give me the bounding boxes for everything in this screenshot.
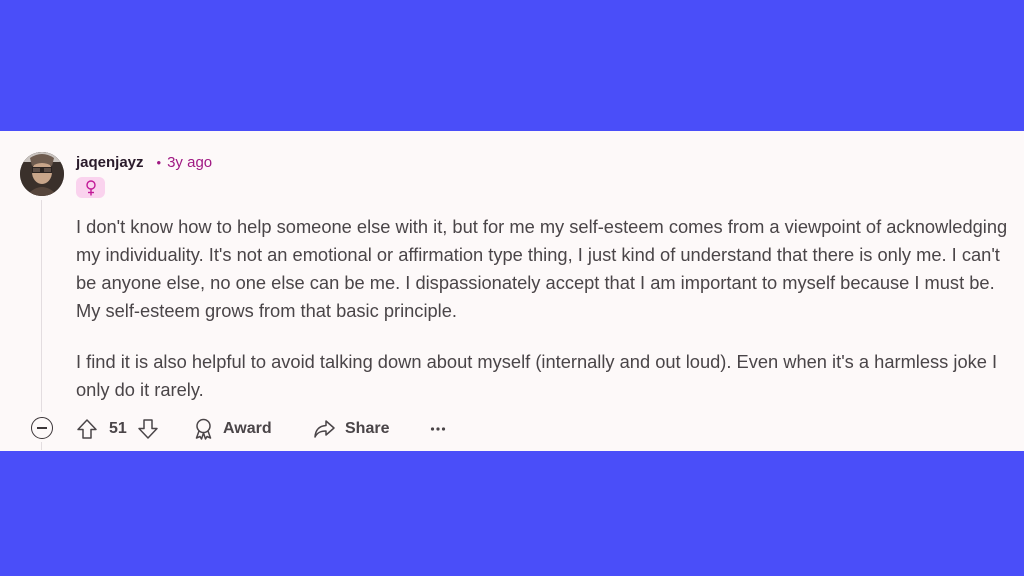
share-arrow-icon [314,420,335,438]
comment-body: I don't know how to help someone else wi… [76,213,1011,404]
female-symbol-icon [85,179,96,195]
arrow-up-icon [77,419,97,439]
vote-count: 51 [109,420,127,437]
timestamp[interactable]: 3y ago [167,154,212,171]
comment-meta: jaqenjayz • 3y ago [76,152,212,172]
vote-group: 51 [76,416,159,442]
username-link[interactable]: jaqenjayz [76,154,144,171]
avatar-image [20,152,64,196]
comment-paragraph: I don't know how to help someone else wi… [76,216,1008,321]
upvote-button[interactable] [76,418,98,440]
share-button[interactable]: Share [313,416,389,442]
award-ribbon-icon [195,418,212,440]
thread-line[interactable] [41,200,42,412]
comment-paragraph: I find it is also helpful to avoid talki… [76,351,998,400]
more-options-button[interactable] [430,416,446,442]
avatar[interactable] [20,152,64,196]
meta-separator: • [156,154,162,170]
ellipsis-icon [430,427,446,431]
minus-circle-icon [37,427,47,429]
award-label: Award [223,420,272,437]
comment-actions: 51 Award Share [0,413,1024,445]
award-button[interactable]: Award [193,416,272,442]
share-label: Share [345,420,390,437]
downvote-button[interactable] [137,418,159,440]
collapse-button[interactable] [31,417,53,439]
arrow-down-icon [138,419,158,439]
user-flair [76,177,105,198]
